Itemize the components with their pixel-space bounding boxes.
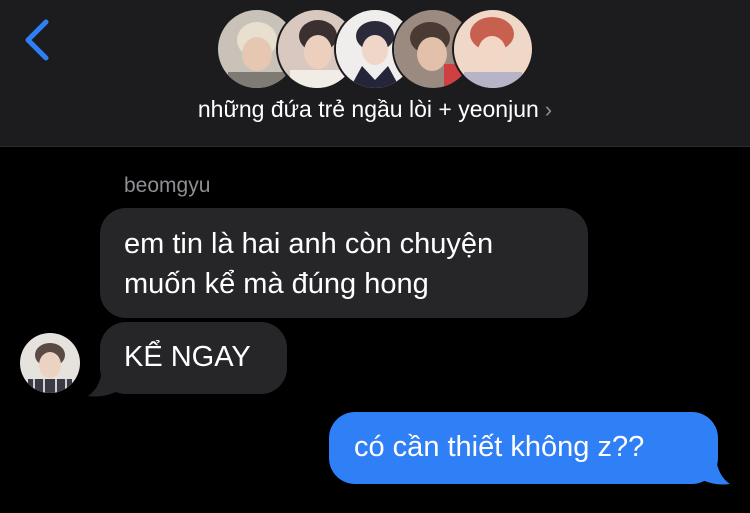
sender-name: beomgyu — [124, 174, 211, 197]
message-text: KỂ NGAY — [124, 341, 251, 373]
group-name-label: những đứa trẻ ngầu lòi + yeonjun — [197, 96, 539, 122]
conversation-header: những đứa trẻ ngầu lòi + yeonjun › — [0, 0, 750, 147]
incoming-message[interactable]: em tin là hai anh còn chuyện muốn kể mà … — [100, 208, 588, 318]
sender-avatar[interactable] — [20, 333, 80, 393]
message-text-line: em tin là hai anh còn chuyện — [124, 228, 494, 260]
group-avatars[interactable] — [216, 8, 536, 90]
message-text: có cần thiết không z?? — [354, 431, 645, 463]
bubble-tail — [702, 458, 730, 485]
avatar — [452, 8, 534, 90]
outgoing-message[interactable]: có cần thiết không z?? — [329, 412, 718, 484]
message-text-line: muốn kể mà đúng hong — [124, 268, 429, 300]
chevron-left-icon[interactable] — [20, 18, 56, 62]
chevron-right-icon: › — [544, 97, 553, 122]
incoming-message[interactable]: KỂ NGAY — [100, 322, 287, 394]
group-name[interactable]: những đứa trẻ ngầu lòi + yeonjun › — [0, 96, 750, 123]
bubble-tail — [88, 370, 116, 397]
